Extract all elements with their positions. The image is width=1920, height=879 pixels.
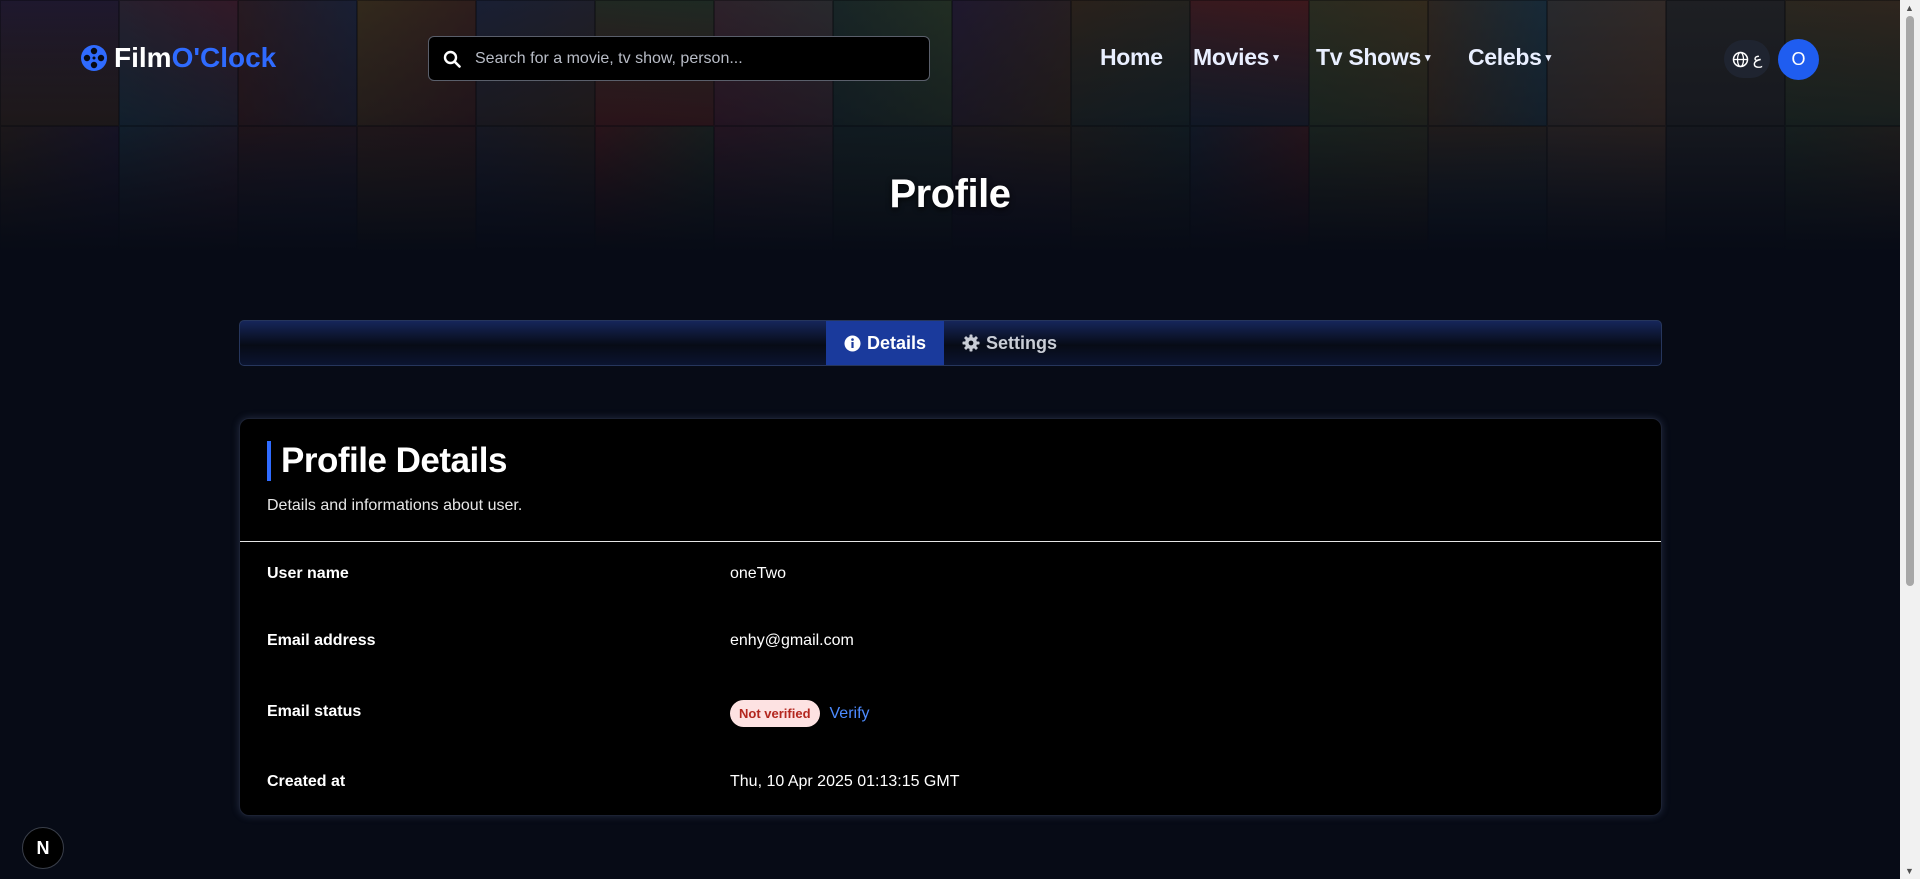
row-value: Thu, 10 Apr 2025 01:13:15 GMT [730,773,960,790]
row-value: oneTwo [730,565,787,582]
verify-link[interactable]: Verify [830,705,870,723]
brand-name-part2: O'Clock [171,42,277,73]
row-label: User name [267,565,349,582]
card-title: Profile Details [267,441,507,481]
card-subtitle: Details and informations about user. [267,497,523,514]
dev-tools-badge[interactable]: N [22,827,64,869]
language-glyph: ع [1752,51,1763,68]
info-icon [844,335,861,351]
card-header: Profile Details Details and informations… [240,419,1661,542]
dev-badge-label: N [36,837,50,858]
detail-row-email: Email address enhy@gmail.com [267,632,1634,650]
detail-row-created-at: Created at Thu, 10 Apr 2025 01:13:15 GMT [267,773,1634,791]
nav-home-label: Home [1100,44,1163,70]
nav-home[interactable]: Home [1100,44,1163,71]
nav-celebs[interactable]: Celebs ▾ [1468,44,1551,71]
scrollbar-thumb[interactable] [1906,16,1914,586]
globe-icon [1732,51,1748,67]
avatar-initial: O [1791,49,1806,69]
brand-name-part1: Film [114,42,172,73]
search-icon [443,50,461,68]
profile-details-card: Profile Details Details and informations… [239,418,1662,816]
row-value: enhy@gmail.com [730,632,854,649]
nav-tv-shows-label: Tv Shows [1316,44,1421,70]
brand-logo[interactable]: Film O'Clock [80,42,276,74]
row-label: Email status [267,702,362,720]
user-avatar[interactable]: O [1778,39,1819,80]
row-label: Created at [267,773,346,790]
tab-settings-label: Settings [986,332,1058,353]
scroll-down-icon[interactable]: ▼ [1905,866,1914,876]
nav-celebs-label: Celebs [1468,44,1542,70]
chevron-down-icon: ▾ [1545,52,1552,64]
nav-tv-shows[interactable]: Tv Shows ▾ [1316,44,1431,71]
scrollbar[interactable]: ▲ ▼ [1900,0,1920,879]
page-title: Profile [889,172,1011,216]
film-reel-icon [81,45,107,71]
chevron-down-icon: ▾ [1273,52,1279,64]
search-bar[interactable] [428,36,930,81]
tab-details-label: Details [866,332,926,353]
chevron-down-icon: ▾ [1424,52,1431,64]
scroll-up-icon[interactable]: ▲ [1905,3,1914,13]
nav-movies[interactable]: Movies ▾ [1193,44,1279,71]
search-input[interactable] [473,48,929,69]
nav-movies-label: Movies [1193,44,1270,70]
detail-row-email-status: Email status Not verified Verify [267,700,1634,727]
tab-settings[interactable]: Settings [944,321,1075,365]
hero-banner: Profile [0,0,1900,252]
tab-details[interactable]: Details [825,321,944,365]
gear-icon [962,334,980,352]
language-switcher[interactable]: ع [1724,40,1770,78]
profile-tabs: Details Settings [239,320,1662,366]
row-label: Email address [267,632,376,649]
status-badge: Not verified [730,700,820,727]
detail-row-username: User name oneTwo [267,565,1634,583]
